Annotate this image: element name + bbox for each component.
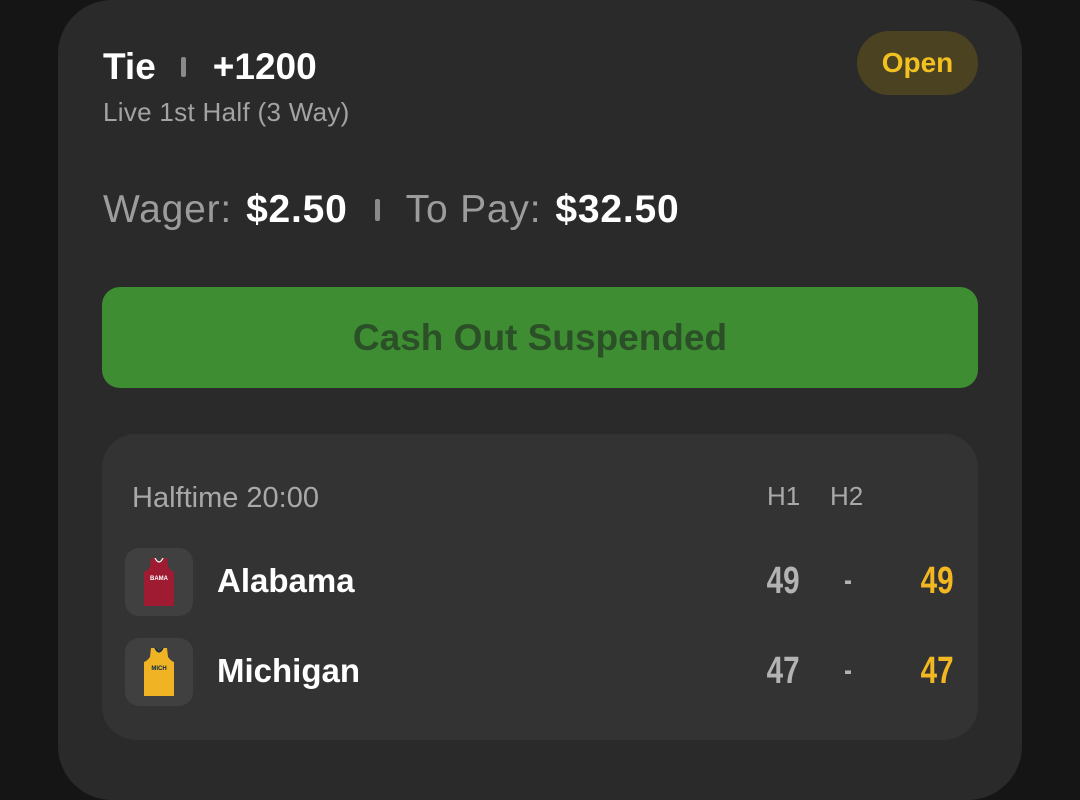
bet-title: Tie +1200 bbox=[103, 44, 317, 90]
team-row-alabama: BAMA Alabama 49 - 49 bbox=[125, 548, 955, 616]
score-h1: 49 bbox=[766, 560, 800, 602]
team-name: Alabama bbox=[217, 562, 355, 599]
team-row-michigan: MICH Michigan 47 - 47 bbox=[125, 638, 955, 706]
game-clock: Halftime 20:00 bbox=[132, 482, 319, 514]
market-label: Live 1st Half (3 Way) bbox=[103, 97, 350, 127]
title-divider bbox=[180, 57, 186, 77]
score-total: 49 bbox=[920, 560, 954, 602]
jersey-icon: BAMA bbox=[125, 548, 193, 616]
selection-label: Tie bbox=[103, 46, 156, 87]
column-header-h2: H2 bbox=[830, 481, 864, 511]
wager-value: $2.50 bbox=[246, 188, 348, 231]
score-h1: 47 bbox=[766, 650, 800, 692]
status-badge: Open bbox=[857, 31, 978, 95]
wager-divider bbox=[374, 199, 380, 221]
score-h2: - bbox=[844, 564, 852, 597]
topay-label: To Pay: bbox=[405, 188, 542, 231]
wager-row: Wager: $2.50 To Pay: $32.50 bbox=[103, 186, 679, 234]
column-header-h1: H1 bbox=[767, 481, 801, 511]
jersey-text: BAMA bbox=[150, 576, 169, 582]
score-total: 47 bbox=[920, 650, 954, 692]
jersey-icon: MICH bbox=[125, 638, 193, 706]
odds-label: +1200 bbox=[212, 46, 317, 87]
wager-label: Wager: bbox=[103, 188, 233, 231]
topay-value: $32.50 bbox=[555, 188, 680, 231]
score-h2: - bbox=[844, 654, 852, 687]
team-name: Michigan bbox=[217, 652, 361, 689]
jersey-text: MICH bbox=[151, 666, 166, 672]
cash-out-button[interactable]: Cash Out Suspended bbox=[102, 287, 978, 388]
scoreboard-panel: Halftime 20:00 H1 H2 BAMA Alabama 49 - 4… bbox=[102, 434, 978, 740]
